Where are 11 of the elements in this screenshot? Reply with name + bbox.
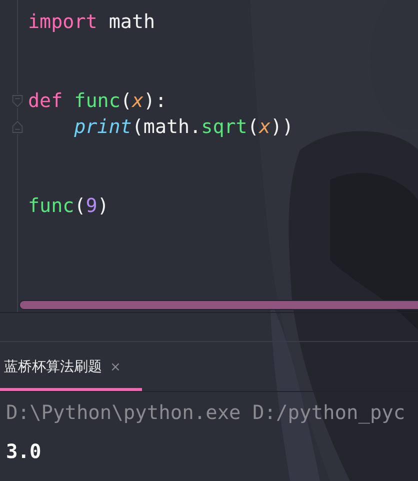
fold-icon[interactable] <box>12 120 23 134</box>
code-line: def func(x): <box>28 88 168 114</box>
fold-icon[interactable] <box>12 94 23 108</box>
code-line: import math <box>28 9 156 35</box>
output-line: 3.0 <box>6 439 42 465</box>
scrollbar-thumb[interactable] <box>19 300 418 310</box>
run-tab[interactable]: 蓝桥杯算法刷题 × <box>0 342 142 391</box>
code-line: print(math.sqrt(x)) <box>73 114 295 140</box>
code-line: func(9) <box>28 193 110 220</box>
command-line: D:\Python\python.exe D:/python_pyc <box>6 400 406 426</box>
close-icon[interactable]: × <box>110 360 121 374</box>
